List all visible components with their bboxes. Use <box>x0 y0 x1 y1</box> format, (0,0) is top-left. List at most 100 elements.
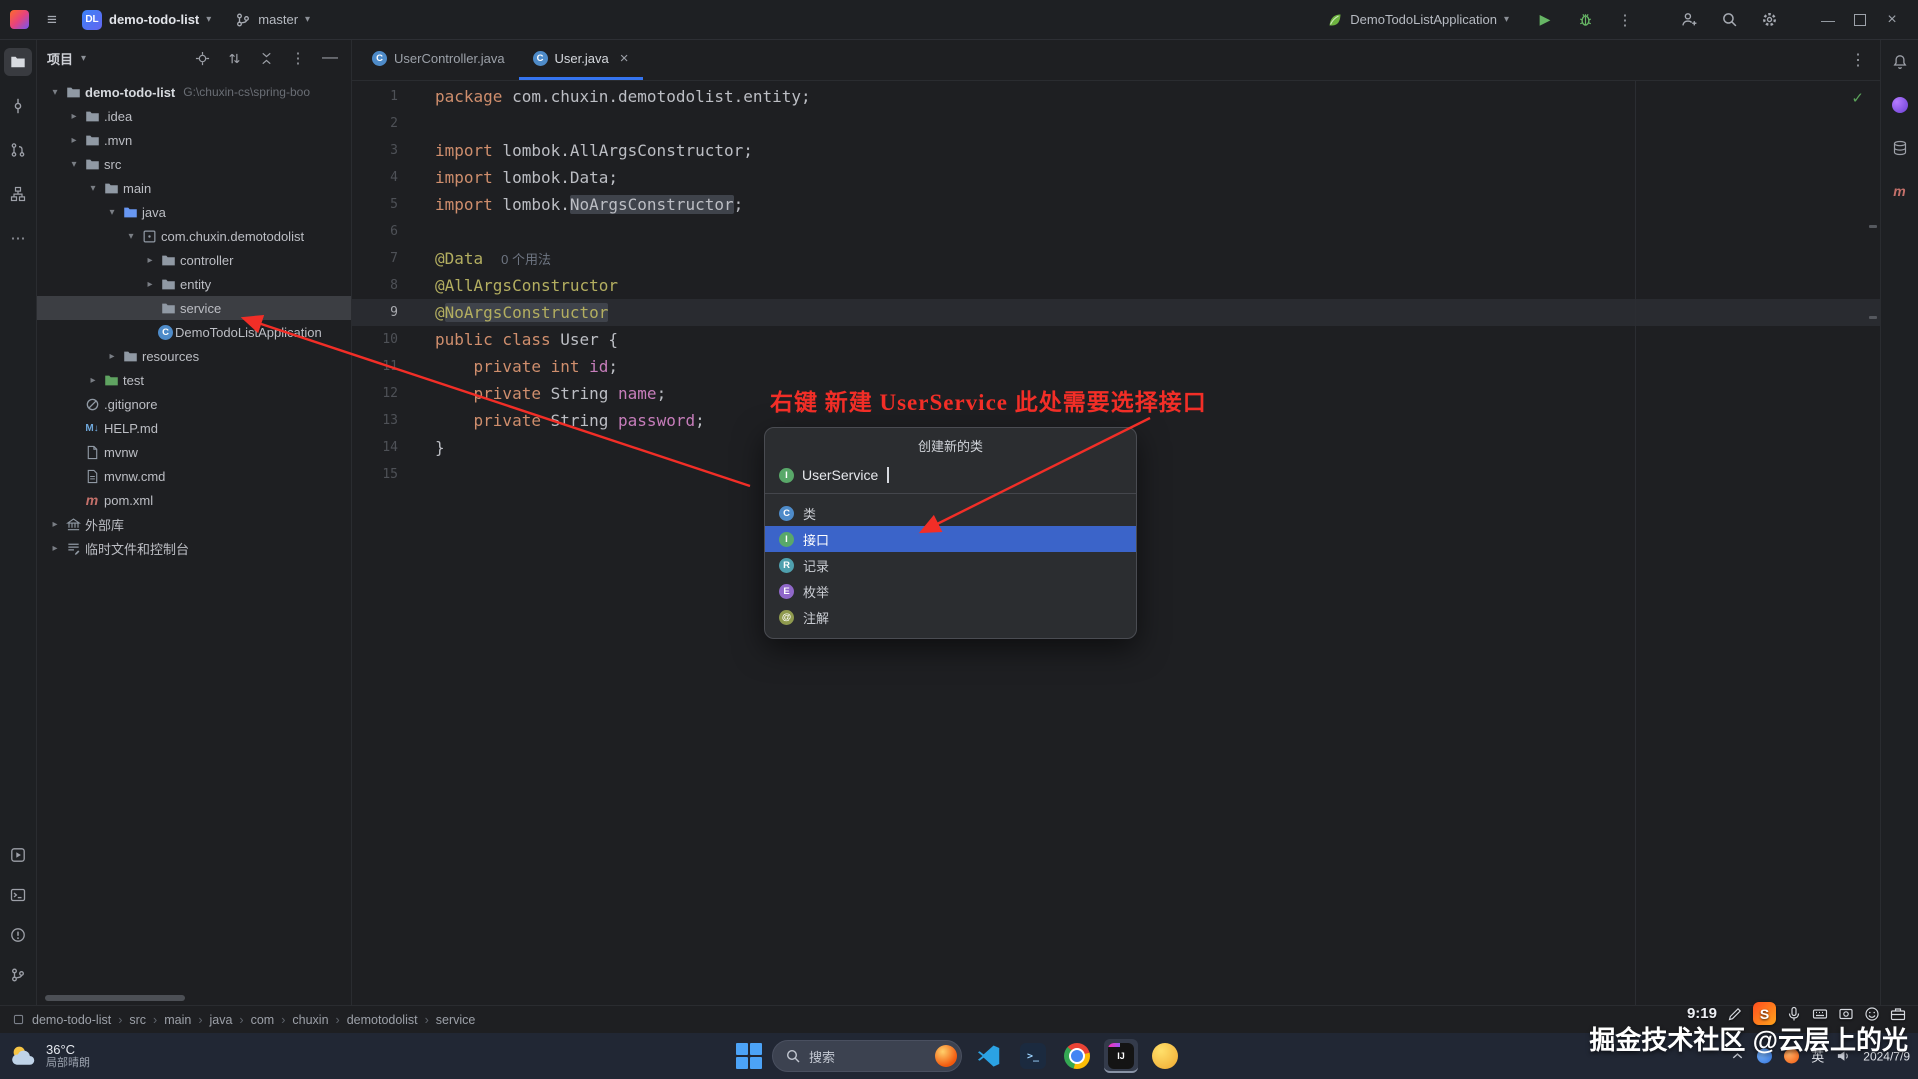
horizontal-scrollbar[interactable] <box>45 995 185 1001</box>
collapse-all-icon[interactable] <box>255 47 277 69</box>
tree-item-外部库[interactable]: ▸ 外部库 <box>37 512 351 536</box>
popup-option-注解[interactable]: @ 注解 <box>765 604 1136 630</box>
tool-button-ai-assistant[interactable] <box>1886 91 1914 119</box>
scroll-from-source-icon[interactable] <box>223 47 245 69</box>
tree-item-src[interactable]: ▾ src <box>37 152 351 176</box>
chevron-right-icon[interactable]: ▸ <box>85 375 101 386</box>
search-button[interactable] <box>1716 7 1742 33</box>
close-button[interactable]: × <box>1876 6 1908 34</box>
run-button[interactable]: ▶ <box>1532 7 1558 33</box>
popup-option-记录[interactable]: R 记录 <box>765 552 1136 578</box>
tool-button-more[interactable]: ⋯ <box>4 224 32 252</box>
folder-icon <box>158 301 178 316</box>
breadcrumb-item-com[interactable]: com <box>251 1013 275 1027</box>
tool-button-database[interactable] <box>1886 134 1914 162</box>
maximize-button[interactable] <box>1844 6 1876 34</box>
taskbar-app-windows-terminal[interactable]: >_ <box>1016 1039 1050 1073</box>
tree-item-mvnw[interactable]: mvnw <box>37 440 351 464</box>
start-button[interactable] <box>736 1043 762 1069</box>
breadcrumb-item-demotodolist[interactable]: demotodolist <box>347 1013 418 1027</box>
hide-icon[interactable]: — <box>319 47 341 69</box>
add-user-button[interactable] <box>1676 7 1702 33</box>
chevron-right-icon[interactable]: ▸ <box>47 543 63 554</box>
taskbar-app-chrome[interactable] <box>1060 1039 1094 1073</box>
tree-item-.idea[interactable]: ▸ .idea <box>37 104 351 128</box>
tree-item-DemoTodoListApplication[interactable]: C DemoTodoListApplication <box>37 320 351 344</box>
chevron-down-icon[interactable]: ▾ <box>123 231 139 242</box>
tool-button-problems[interactable] <box>4 921 32 949</box>
minimize-button[interactable]: — <box>1812 6 1844 34</box>
breadcrumb-item-demo-todo-list[interactable]: demo-todo-list <box>32 1013 111 1027</box>
tree-item-controller[interactable]: ▸ controller <box>37 248 351 272</box>
inspection-ok-icon[interactable]: ✓ <box>1851 89 1864 107</box>
more-vertical-button[interactable]: ⋮ <box>1612 7 1638 33</box>
code-line-10: 10 public class User { <box>352 326 1880 353</box>
tree-item-resources[interactable]: ▸ resources <box>37 344 351 368</box>
tree-item-pom.xml[interactable]: m pom.xml <box>37 488 351 512</box>
close-tab-icon[interactable]: × <box>620 50 629 67</box>
project-widget[interactable]: DL demo-todo-list ▾ <box>75 7 218 33</box>
spring-boot-icon <box>1327 12 1343 28</box>
tree-item-.mvn[interactable]: ▸ .mvn <box>37 128 351 152</box>
tool-button-structure[interactable] <box>4 180 32 208</box>
tool-button-notifications[interactable] <box>1886 48 1914 76</box>
tool-button-commit[interactable] <box>4 92 32 120</box>
editor-tab-User.java[interactable]: C User.java × <box>518 40 643 80</box>
taskbar-search[interactable]: 搜索 <box>772 1040 962 1072</box>
breadcrumb-item-main[interactable]: main <box>164 1013 191 1027</box>
chevron-down-icon[interactable]: ▾ <box>85 183 101 194</box>
tool-button-terminal[interactable] <box>4 881 32 909</box>
tree-item-HELP.md[interactable]: M↓ HELP.md <box>37 416 351 440</box>
breadcrumb-item-chuxin[interactable]: chuxin <box>292 1013 328 1027</box>
taskbar-app-yellow-app[interactable] <box>1148 1039 1182 1073</box>
settings-button[interactable] <box>1756 7 1782 33</box>
breadcrumb-item-src[interactable]: src <box>129 1013 146 1027</box>
tool-button-pull-requests[interactable] <box>4 136 32 164</box>
chevron-right-icon[interactable]: ▸ <box>66 135 82 146</box>
breadcrumb-item-java[interactable]: java <box>209 1013 232 1027</box>
tree-item-mvnw.cmd[interactable]: mvnw.cmd <box>37 464 351 488</box>
chevron-right-icon[interactable]: ▸ <box>47 519 63 530</box>
tree-item-test[interactable]: ▸ test <box>37 368 351 392</box>
create-class-popup: 创建新的类 I UserService C 类 I 接口 R 记录 E 枚举 @ 注解 <box>764 427 1137 639</box>
run-config-widget[interactable]: DemoTodoListApplication ▾ <box>1320 9 1516 31</box>
tool-button-version-control[interactable] <box>4 961 32 989</box>
chevron-down-icon[interactable]: ▾ <box>47 87 63 98</box>
main-menu-icon[interactable]: ≡ <box>39 7 65 33</box>
breadcrumb-item-service[interactable]: service <box>436 1013 476 1027</box>
locate-icon[interactable] <box>191 47 213 69</box>
popup-option-类[interactable]: C类 <box>765 500 1136 526</box>
editor-options-icon[interactable]: ⋮ <box>1850 50 1866 70</box>
class-name-input[interactable]: I UserService <box>765 462 1136 494</box>
tree-item-.gitignore[interactable]: .gitignore <box>37 392 351 416</box>
folder-icon <box>120 349 140 364</box>
tree-item-service[interactable]: service <box>37 296 351 320</box>
more-vertical-icon[interactable]: ⋮ <box>287 47 309 69</box>
tree-item-demo-todo-list[interactable]: ▾ demo-todo-list G:\chuxin-cs\spring-boo <box>37 80 351 104</box>
tool-button-maven[interactable]: m <box>1886 177 1914 205</box>
debug-button[interactable] <box>1572 7 1598 33</box>
chevron-right-icon[interactable]: ▸ <box>66 111 82 122</box>
tree-item-main[interactable]: ▾ main <box>37 176 351 200</box>
tool-button-run-services[interactable] <box>4 841 32 869</box>
copilot-icon[interactable] <box>935 1045 957 1067</box>
chevron-right-icon[interactable]: ▸ <box>104 351 120 362</box>
chevron-right-icon[interactable]: ▸ <box>142 279 158 290</box>
folder-icon <box>82 109 102 124</box>
tree-item-java[interactable]: ▾ java <box>37 200 351 224</box>
tree-item-临时文件和控制台[interactable]: ▸ 临时文件和控制台 <box>37 536 351 560</box>
popup-option-枚举[interactable]: E 枚举 <box>765 578 1136 604</box>
chevron-down-icon[interactable]: ▾ <box>81 53 86 64</box>
chevron-down-icon[interactable]: ▾ <box>66 159 82 170</box>
editor-tab-UserController.java[interactable]: C UserController.java <box>358 40 519 80</box>
branch-widget[interactable]: master ▾ <box>228 9 317 31</box>
chevron-down-icon[interactable]: ▾ <box>104 207 120 218</box>
chevron-right-icon[interactable]: ▸ <box>142 255 158 266</box>
taskbar-app-intellij-idea[interactable]: IJ <box>1104 1039 1138 1073</box>
tool-button-project[interactable] <box>4 48 32 76</box>
weather-widget[interactable]: 36°C 局部晴朗 <box>8 1041 90 1071</box>
popup-option-接口[interactable]: I 接口 <box>765 526 1136 552</box>
tree-item-entity[interactable]: ▸ entity <box>37 272 351 296</box>
taskbar-app-vscode[interactable] <box>972 1039 1006 1073</box>
tree-item-com.chuxin.demotodolist[interactable]: ▾ com.chuxin.demotodolist <box>37 224 351 248</box>
